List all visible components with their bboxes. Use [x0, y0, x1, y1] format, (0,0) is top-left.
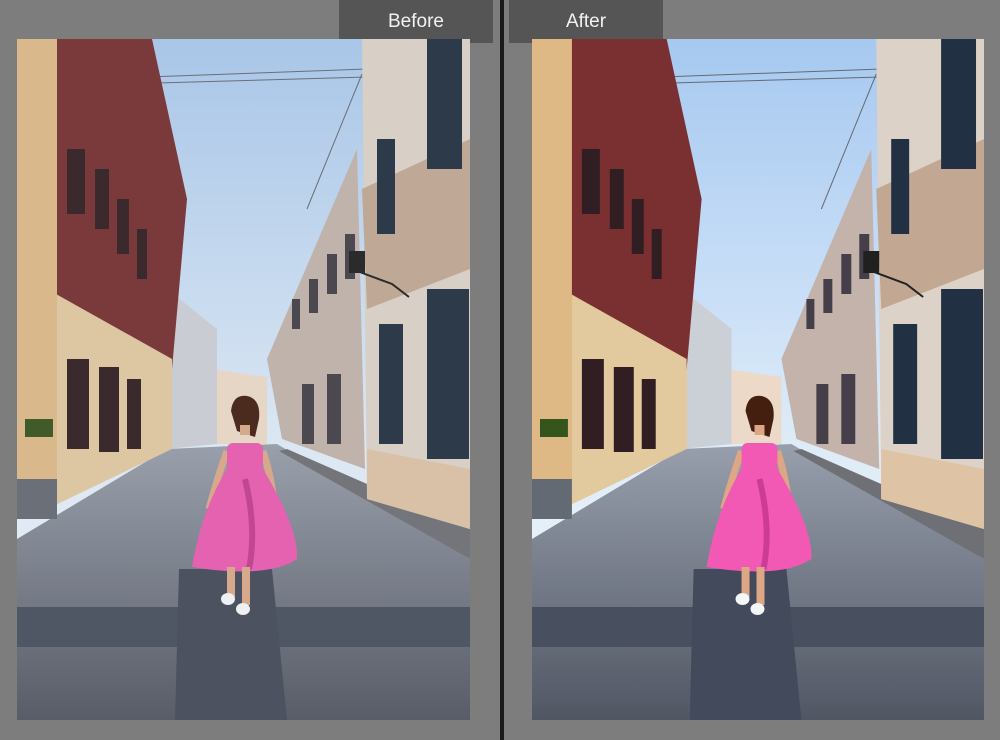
right-leg: [756, 567, 765, 605]
right-shoe: [236, 603, 250, 615]
before-photo[interactable]: [17, 39, 470, 720]
left-leg: [741, 567, 750, 597]
after-photo[interactable]: [532, 39, 984, 720]
neck: [754, 425, 765, 435]
left-building-corner: [532, 39, 572, 519]
right-leg: [242, 567, 250, 605]
left-building-base: [17, 479, 57, 519]
left-shoe: [221, 593, 235, 605]
left-building-corner: [17, 39, 57, 519]
after-label: After: [509, 0, 663, 43]
before-panel: Before: [0, 0, 500, 740]
plant-box: [539, 419, 568, 437]
after-panel: After: [504, 0, 1000, 740]
plant-box: [25, 419, 53, 437]
neck: [240, 425, 250, 435]
street-scene: [17, 39, 470, 720]
before-label: Before: [339, 0, 493, 43]
right-shoe: [750, 603, 765, 615]
left-leg: [227, 567, 235, 597]
left-shoe: [735, 593, 750, 605]
left-building-base: [532, 479, 572, 519]
street-scene: [532, 39, 984, 720]
